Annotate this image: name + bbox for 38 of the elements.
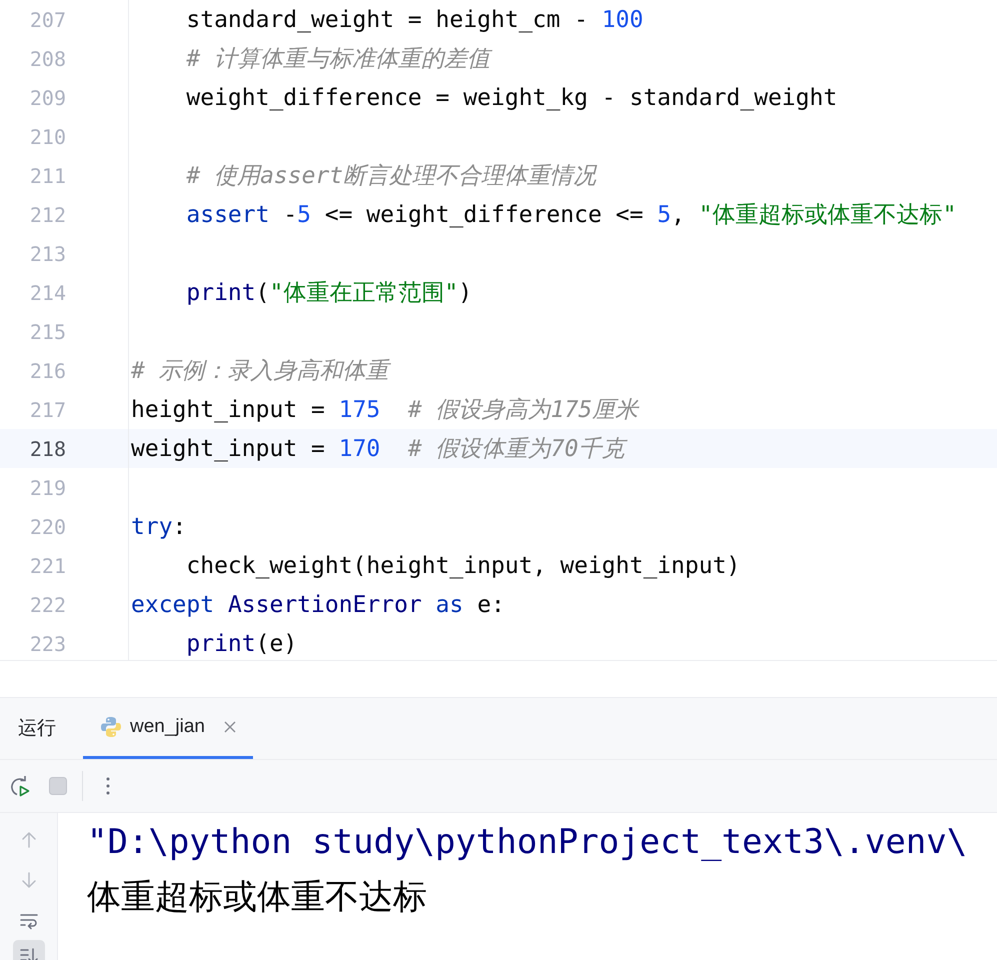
- code-line: check_weight(height_input, weight_input): [186, 553, 740, 579]
- python-file-icon: [100, 716, 122, 738]
- command-line-text: "D:\python study\pythonProject_text3\.venv\: [87, 822, 968, 862]
- line-number: 210: [30, 125, 66, 149]
- code-line: print("体重在正常范围"): [186, 280, 472, 306]
- code-line: # 示例：录入身高和体重: [131, 358, 389, 384]
- line-number: 211: [30, 164, 66, 188]
- close-icon[interactable]: [224, 721, 236, 733]
- rerun-icon[interactable]: [8, 775, 30, 797]
- code-line: height_input = 175 # 假设身高为175厘米: [131, 397, 638, 423]
- run-tab[interactable]: wen_jian: [83, 698, 253, 759]
- more-icon[interactable]: [106, 777, 110, 795]
- line-number: 215: [30, 320, 66, 344]
- line-number: 219: [30, 476, 66, 500]
- line-number: 212: [30, 203, 66, 227]
- line-number: 216: [30, 359, 66, 383]
- line-number: 213: [30, 242, 66, 266]
- line-number: 209: [30, 86, 66, 110]
- scroll-to-end-icon[interactable]: [12, 940, 44, 960]
- code-line: try:: [131, 514, 186, 540]
- code-line: standard_weight = height_cm - 100: [186, 7, 644, 33]
- code-line: assert -5 <= weight_difference <= 5, "体重超标或体重不达标": [186, 202, 956, 228]
- line-number: 217: [30, 398, 66, 422]
- code-line: # 使用assert断言处理不合理体重情况: [186, 163, 596, 189]
- line-number: 218: [30, 437, 66, 461]
- line-number: 220: [30, 515, 66, 539]
- code-line: print(e): [186, 631, 298, 657]
- output-text: 体重超标或体重不达标: [87, 877, 427, 917]
- line-number: 222: [30, 593, 66, 617]
- line-number: 223: [30, 632, 66, 656]
- line-number: 207: [30, 8, 66, 32]
- code-line: weight_difference = weight_kg - standard_weight: [186, 85, 838, 111]
- tool-window-title: 运行: [18, 716, 56, 740]
- line-number: 208: [30, 47, 66, 71]
- line-number: 221: [30, 554, 66, 578]
- line-number: 214: [30, 281, 66, 305]
- code-line: # 计算体重与标准体重的差值: [186, 46, 490, 72]
- code-line: except AssertionError as e:: [131, 592, 505, 618]
